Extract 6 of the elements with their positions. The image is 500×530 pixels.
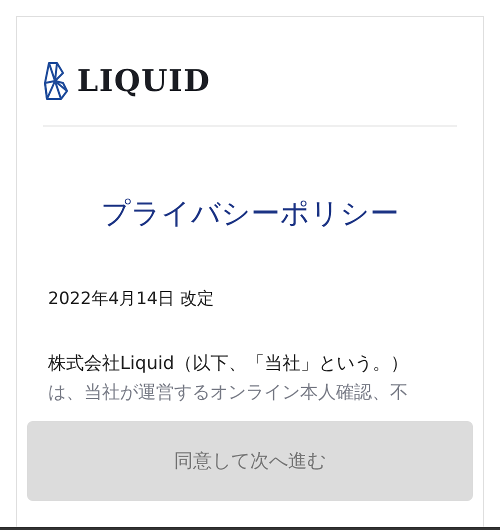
revision-date: 2022年4月14日 改定 — [48, 288, 216, 311]
page-title: プライバシーポリシー — [100, 195, 400, 232]
logo-icon — [43, 61, 69, 101]
paragraph-line: は、当社が運営するオンライン本人確認、不 — [48, 381, 409, 405]
paragraph-line: 株式会社Liquid（以下、「当社」という。） — [48, 352, 410, 376]
logo-text: LIQUID — [77, 64, 210, 98]
